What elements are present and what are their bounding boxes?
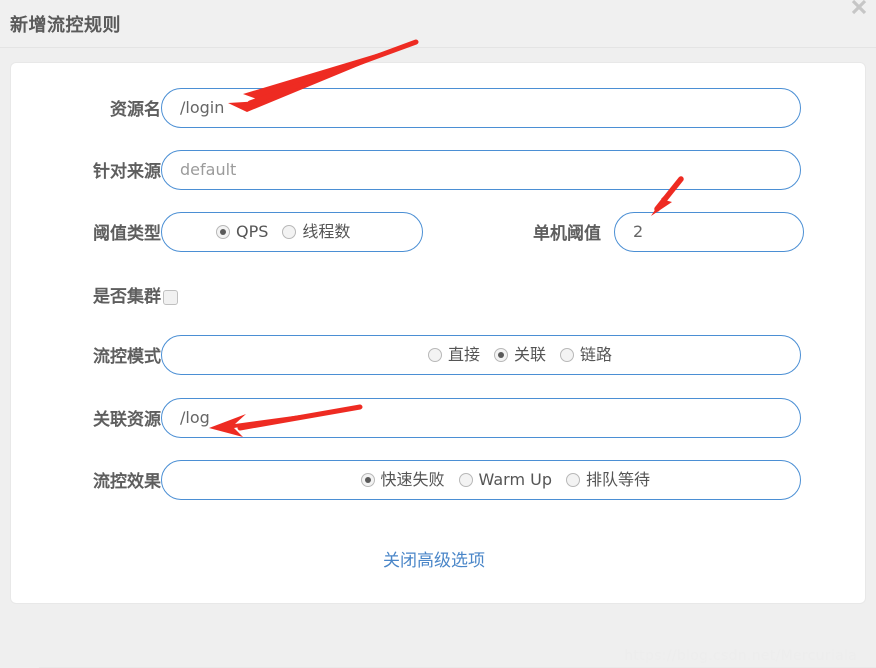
rule-form-card: 资源名 /login 针对来源 default 阈值类型 QPS 线程数 单机阈…	[10, 62, 876, 668]
radio-flow-effect-queue-label: 排队等待	[585, 470, 650, 489]
input-origin[interactable]: default	[161, 150, 801, 190]
radio-flow-effect-warm-up[interactable]: Warm Up	[458, 470, 552, 489]
input-resource-name-value: /login	[180, 98, 225, 117]
radio-flow-mode-chain[interactable]: 链路	[559, 345, 612, 364]
flow-mode-options: 直接 关联 链路	[427, 336, 612, 374]
radio-dot-icon	[559, 348, 574, 362]
radio-threshold-type-thread[interactable]: 线程数	[282, 224, 350, 240]
radio-threshold-type-thread-label: 线程数	[302, 222, 351, 241]
label-origin: 针对来源	[93, 162, 161, 182]
dialog-header: 新增流控规则	[0, 0, 876, 48]
radio-dot-icon	[360, 473, 375, 487]
form-row-flow-effect: 流控效果 快速失败 Warm Up 排队等待	[11, 460, 867, 504]
form-row-cluster: 是否集群	[11, 275, 867, 319]
label-cluster: 是否集群	[93, 287, 161, 307]
radio-flow-mode-chain-label: 链路	[579, 345, 612, 364]
checkbox-cluster[interactable]	[163, 290, 178, 305]
label-threshold-type: 阈值类型	[93, 224, 161, 244]
form-row-threshold-type: 阈值类型 QPS 线程数 单机阈值 2	[11, 212, 867, 256]
radio-dot-icon	[458, 473, 473, 487]
radio-flow-effect-fast-fail[interactable]: 快速失败	[360, 470, 445, 489]
input-origin-placeholder: default	[180, 160, 237, 179]
label-flow-effect: 流控效果	[93, 472, 161, 492]
form-row-resource-name: 资源名 /login	[11, 88, 867, 132]
radio-dot-icon	[565, 473, 580, 487]
input-resource-name[interactable]: /login	[161, 88, 801, 128]
radio-threshold-type-qps-label: QPS	[236, 222, 269, 241]
radio-flow-effect-fast-fail-label: 快速失败	[380, 470, 445, 489]
radio-flow-mode-direct-label: 直接	[447, 345, 480, 364]
radio-group-flow-mode[interactable]: 直接 关联 链路	[161, 335, 801, 375]
label-resource-name: 资源名	[110, 100, 161, 120]
form-row-related-resource: 关联资源 /log	[11, 398, 867, 442]
input-single-threshold[interactable]: 2	[614, 212, 804, 252]
radio-dot-icon	[493, 348, 508, 362]
radio-dot-icon	[427, 348, 442, 362]
radio-threshold-type-qps[interactable]: QPS	[216, 224, 268, 240]
input-related-resource[interactable]: /log	[161, 398, 801, 438]
label-related-resource: 关联资源	[93, 410, 161, 430]
toggle-advanced-options-link[interactable]: 关闭高级选项	[383, 546, 485, 571]
label-single-threshold: 单机阈值	[533, 224, 601, 244]
radio-dot-icon	[216, 225, 230, 239]
input-single-threshold-value: 2	[633, 222, 644, 241]
radio-flow-mode-direct[interactable]: 直接	[427, 345, 480, 364]
radio-group-flow-effect[interactable]: 快速失败 Warm Up 排队等待	[161, 460, 801, 500]
threshold-type-options: QPS 线程数	[216, 213, 350, 251]
close-icon[interactable]	[846, 0, 872, 20]
dialog-title: 新增流控规则	[10, 15, 121, 36]
radio-flow-mode-related-label: 关联	[513, 345, 546, 364]
radio-flow-effect-queue[interactable]: 排队等待	[565, 470, 650, 489]
radio-flow-mode-related[interactable]: 关联	[493, 345, 546, 364]
radio-group-threshold-type[interactable]: QPS 线程数	[161, 212, 423, 252]
radio-dot-icon	[282, 225, 297, 239]
watermark: https://blog.csdn.net/Mercuriala	[624, 648, 857, 664]
radio-flow-effect-warm-up-label: Warm Up	[478, 470, 552, 489]
form-row-flow-mode: 流控模式 直接 关联 链路	[11, 335, 867, 379]
flow-effect-options: 快速失败 Warm Up 排队等待	[360, 461, 650, 499]
input-related-resource-value: /log	[180, 408, 210, 427]
form-row-origin: 针对来源 default	[11, 150, 867, 194]
label-flow-mode: 流控模式	[93, 347, 161, 367]
